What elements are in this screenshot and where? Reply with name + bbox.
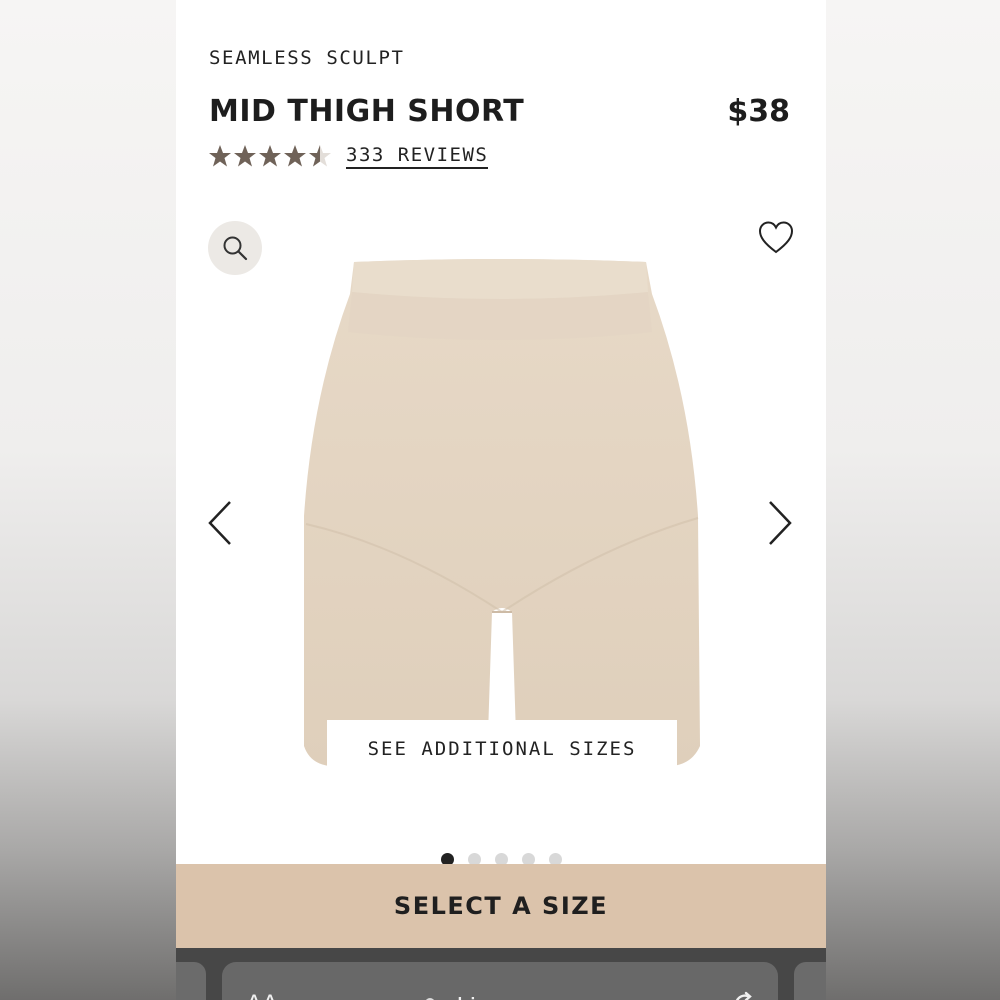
next-tab[interactable] [794, 962, 826, 1000]
heart-icon[interactable] [758, 220, 794, 256]
star-icon [209, 145, 231, 167]
url-text: skims.com [444, 992, 567, 1000]
reload-icon[interactable] [730, 990, 760, 1000]
previous-tab[interactable] [176, 962, 206, 1000]
see-additional-sizes-button[interactable]: SEE ADDITIONAL SIZES [327, 720, 677, 778]
chevron-right-icon[interactable] [764, 498, 798, 548]
star-rating [208, 144, 332, 168]
address-bar[interactable]: AA skims.com [222, 962, 778, 1000]
reader-options-button[interactable]: AA [246, 990, 278, 1000]
product-price: $38 [727, 94, 790, 129]
star-icon [284, 145, 306, 167]
zoom-button[interactable] [208, 221, 262, 275]
chevron-left-icon[interactable] [202, 498, 236, 548]
collection-label: SEAMLESS SCULPT [209, 47, 405, 69]
select-size-button[interactable]: SELECT A SIZE [176, 864, 826, 948]
search-icon [223, 236, 248, 261]
rating-row: 333 REVIEWS [208, 140, 489, 172]
star-icon [234, 145, 256, 167]
product-page: SEAMLESS SCULPT MID THIGH SHORT $38 333 … [176, 0, 826, 948]
star-half-icon [309, 145, 331, 167]
url-display[interactable]: skims.com [422, 992, 567, 1000]
product-title: MID THIGH SHORT [209, 94, 525, 129]
reviews-link[interactable]: 333 REVIEWS [346, 144, 489, 169]
browser-toolbar: AA skims.com [176, 948, 826, 1000]
star-icon [259, 145, 281, 167]
product-image [304, 259, 700, 766]
